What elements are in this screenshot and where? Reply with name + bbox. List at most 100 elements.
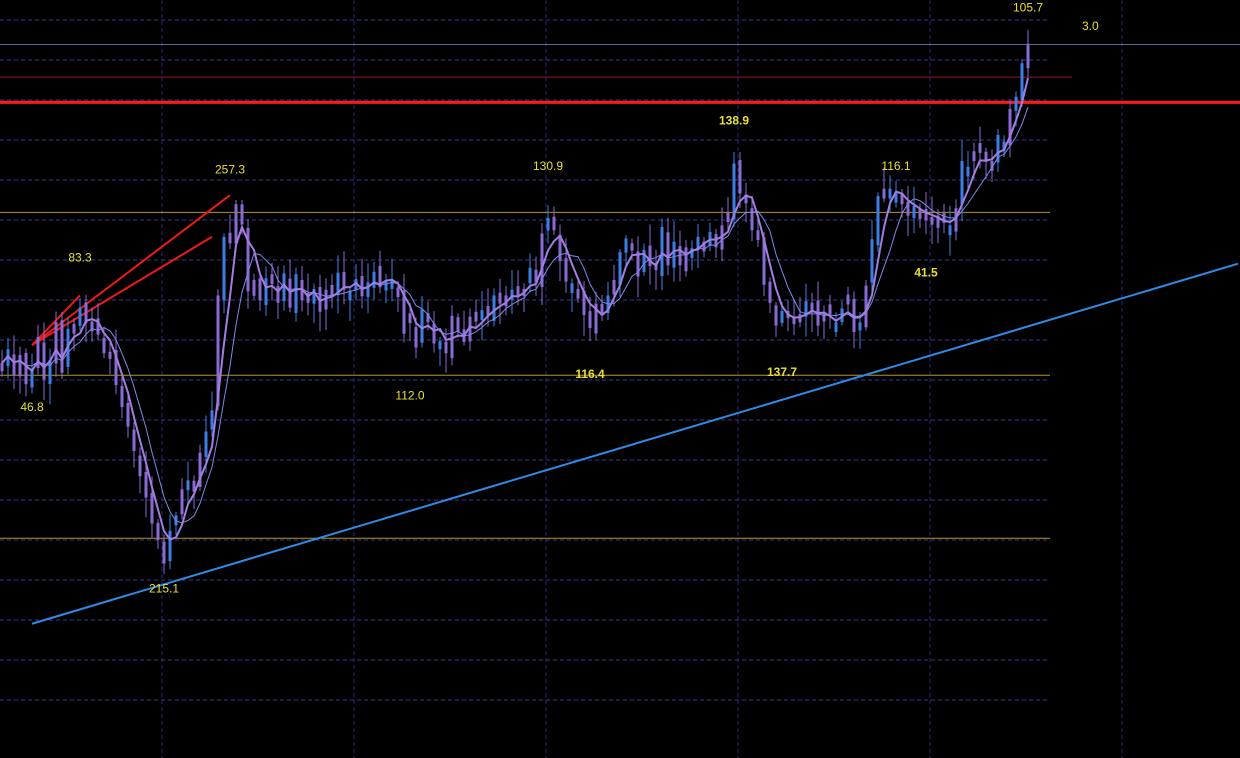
candle-body — [696, 236, 700, 248]
candle-body — [612, 279, 616, 295]
candle-body — [150, 493, 154, 524]
candle-body — [570, 283, 574, 293]
candle-body — [156, 522, 160, 540]
candle-body — [960, 161, 964, 205]
candle-body — [18, 354, 22, 377]
price-label: 215.1 — [149, 581, 179, 595]
candle-body — [768, 281, 772, 303]
candle-body — [204, 431, 208, 457]
candle-body — [294, 274, 298, 313]
candle-body — [738, 160, 742, 194]
candle-body — [144, 471, 148, 498]
price-label: 138.9 — [719, 114, 749, 128]
candle-body — [528, 267, 532, 284]
candlestick-chart: 105.7 3.0 138.9 257.3 130.9 116.1 83.3 41.5 116.… — [0, 0, 1240, 758]
candle-body — [492, 295, 496, 321]
candle-body — [948, 225, 952, 236]
candle-body — [756, 230, 760, 241]
candle-body — [1014, 96, 1018, 111]
candle-body — [576, 288, 580, 299]
candle-body — [684, 247, 688, 272]
candle-body — [138, 455, 142, 477]
candle-body — [798, 314, 802, 323]
price-label: 257.3 — [215, 162, 245, 176]
price-label: 112.0 — [395, 388, 424, 402]
candle-body — [588, 311, 592, 329]
candle-body — [966, 166, 970, 177]
price-label: 137.7 — [767, 365, 797, 379]
candle-body — [630, 243, 634, 251]
candle-body — [396, 287, 400, 298]
candle-body — [726, 212, 730, 223]
price-label: 41.5 — [914, 265, 938, 279]
candle-body — [444, 341, 448, 354]
candle-body — [270, 274, 274, 285]
candle-body — [432, 323, 436, 344]
candle-body — [162, 541, 166, 564]
candle-body — [750, 208, 754, 231]
candle-body — [126, 402, 130, 427]
candle-body — [54, 322, 58, 364]
candle-body — [660, 227, 664, 277]
candle-body — [132, 429, 136, 452]
price-label: 83.3 — [68, 250, 92, 264]
candle-body — [372, 271, 376, 288]
plot-background — [0, 0, 1240, 758]
candle-body — [360, 276, 364, 297]
candle-body — [264, 278, 268, 306]
candle-body — [168, 530, 172, 562]
candle-body — [972, 151, 976, 162]
candle-body — [564, 258, 568, 282]
candle-body — [978, 143, 982, 153]
candle-body — [42, 342, 46, 380]
candle-body — [924, 209, 928, 221]
price-label: 116.4 — [575, 367, 605, 381]
candle-body — [180, 489, 184, 515]
candle-body — [12, 354, 16, 376]
candle-body — [0, 363, 4, 372]
candle-body — [846, 294, 850, 305]
candle-body — [60, 320, 64, 373]
candle-body — [24, 352, 28, 385]
candle-body — [102, 337, 106, 354]
candle-body — [210, 410, 214, 430]
candle-body — [474, 311, 478, 322]
candle-body — [414, 327, 418, 348]
candle-body — [408, 313, 412, 324]
candle-body — [666, 232, 670, 266]
candle-body — [876, 196, 880, 246]
candle-body — [870, 239, 874, 283]
candle-body — [240, 204, 244, 225]
candle-body — [498, 292, 502, 304]
candle-body — [888, 188, 892, 199]
candle-body — [774, 305, 778, 326]
candle-body — [480, 310, 484, 320]
candle-body — [258, 278, 262, 301]
price-label: 116.1 — [881, 159, 910, 173]
candle-body — [420, 309, 424, 343]
candle-body — [858, 322, 862, 331]
price-label: 46.8 — [20, 400, 44, 414]
price-label: 105.7 — [1013, 0, 1043, 14]
candle-body — [672, 241, 676, 268]
candle-body — [186, 480, 190, 491]
candle-body — [930, 217, 934, 225]
price-label: 3.0 — [1082, 19, 1099, 33]
candle-body — [546, 218, 550, 231]
candle-body — [912, 205, 916, 219]
candle-body — [552, 216, 556, 231]
candle-body — [72, 323, 76, 334]
candle-body — [366, 282, 370, 297]
candle-body — [222, 236, 226, 301]
candle-body — [228, 232, 232, 244]
candle-body — [1026, 43, 1030, 69]
candle-body — [78, 307, 82, 326]
candle-body — [648, 245, 652, 267]
candle-body — [780, 310, 784, 323]
candle-body — [624, 238, 628, 253]
candle-body — [288, 278, 292, 308]
candle-body — [834, 322, 838, 333]
candle-body — [234, 204, 238, 244]
candle-body — [828, 304, 832, 315]
candle-body — [882, 188, 886, 199]
